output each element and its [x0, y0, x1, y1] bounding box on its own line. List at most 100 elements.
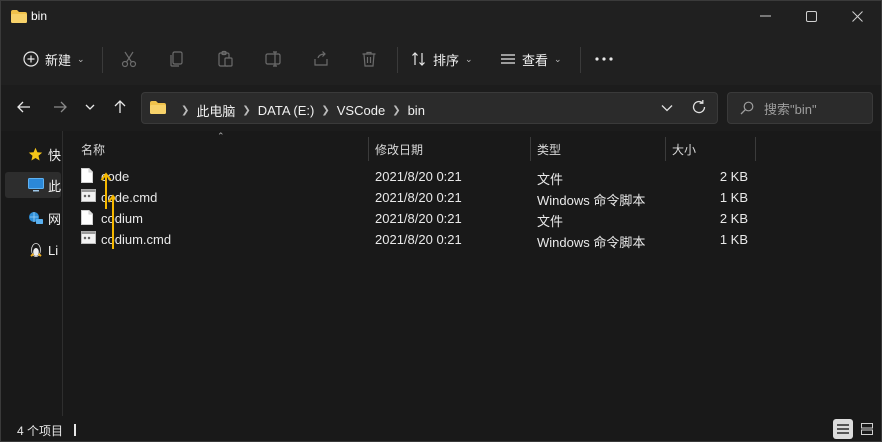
tiles-view-icon [861, 423, 873, 435]
breadcrumb-data-drive[interactable]: DATA (E:) [258, 103, 315, 118]
delete-button[interactable] [357, 47, 381, 71]
file-size: 1 KB [719, 190, 748, 205]
column-header-type[interactable]: 类型 [537, 137, 657, 161]
folder-icon [11, 10, 27, 26]
breadcrumb: ❯ 此电脑 ❯ DATA (E:) ❯ VSCode ❯ bin [174, 101, 425, 120]
annotation-arrows [100, 172, 115, 249]
toolbar-divider [102, 47, 103, 73]
cut-icon [121, 51, 137, 68]
column-header-size[interactable]: 大小 [672, 137, 752, 161]
new-button[interactable]: 新建 ⌄ [23, 45, 85, 73]
column-divider[interactable] [665, 137, 666, 161]
address-history-button[interactable] [661, 101, 673, 115]
column-header-name[interactable]: 名称 [81, 137, 371, 161]
maximize-icon [805, 10, 817, 22]
nav-item-network[interactable]: 网 [1, 205, 61, 231]
search-icon [740, 101, 754, 118]
chevron-down-icon [85, 104, 95, 110]
column-divider[interactable] [530, 137, 531, 161]
column-header-label: 修改日期 [375, 142, 424, 157]
chevron-right-icon: ❯ [181, 105, 190, 116]
text-cursor [74, 424, 76, 436]
breadcrumb-bin[interactable]: bin [408, 103, 425, 118]
column-divider[interactable] [755, 137, 756, 161]
star-icon [28, 146, 44, 162]
copy-button[interactable] [165, 47, 189, 71]
nav-item-quick-access[interactable]: 快 [1, 141, 61, 167]
view-list-icon [501, 54, 515, 64]
view-button[interactable]: 查看 ⌄ [500, 45, 562, 73]
pc-icon [28, 177, 44, 193]
tiles-view-button[interactable] [857, 419, 877, 439]
chevron-right-icon[interactable]: ❯ [242, 105, 250, 116]
nav-item-label: 快 [47, 147, 61, 163]
navigation-row: ❯ 此电脑 ❯ DATA (E:) ❯ VSCode ❯ bin [1, 85, 881, 131]
pane-splitter[interactable] [62, 131, 63, 416]
minimize-icon [759, 15, 771, 17]
delete-icon [362, 51, 376, 67]
nav-item-linux[interactable]: Li [1, 237, 61, 263]
column-header-date[interactable]: 修改日期 [375, 137, 525, 161]
command-bar: 新建 ⌄ 排序 ⌄ 查看 ⌄ [1, 33, 881, 85]
new-button-label: 新建 [45, 52, 72, 68]
sort-button[interactable]: 排序 ⌄ [411, 45, 473, 73]
back-button[interactable] [12, 95, 36, 119]
file-size: 2 KB [719, 169, 748, 184]
nav-item-this-pc[interactable]: 此 [5, 172, 61, 198]
chevron-down-icon [661, 105, 673, 112]
toolbar-divider [397, 47, 398, 73]
file-icon [81, 210, 93, 228]
file-row[interactable]: code 2021/8/20 0:21 文件 2 KB [65, 166, 881, 187]
paste-button[interactable] [213, 47, 237, 71]
column-header-label: 类型 [537, 142, 562, 157]
file-row[interactable]: codium 2021/8/20 0:21 文件 2 KB [65, 208, 881, 229]
cut-button[interactable] [117, 47, 141, 71]
close-button[interactable] [834, 1, 880, 31]
nav-item-label: 此 [48, 178, 61, 194]
breadcrumb-vscode[interactable]: VSCode [337, 103, 385, 118]
file-date: 2021/8/20 0:21 [375, 232, 462, 247]
file-date: 2021/8/20 0:21 [375, 190, 462, 205]
paste-icon [218, 50, 233, 67]
chevron-down-icon: ⌄ [554, 53, 562, 64]
column-header-label: 大小 [672, 142, 697, 157]
file-icon [81, 168, 93, 186]
recent-locations-button[interactable] [78, 95, 102, 119]
file-row[interactable]: codium.cmd 2021/8/20 0:21 Windows 命令脚本 1… [65, 229, 881, 250]
title-bar: bin [1, 1, 881, 33]
cmd-file-icon [81, 231, 96, 247]
forward-button[interactable] [48, 95, 72, 119]
refresh-icon [692, 100, 706, 114]
breadcrumb-this-pc[interactable]: 此电脑 [196, 101, 235, 120]
address-bar[interactable]: ❯ 此电脑 ❯ DATA (E:) ❯ VSCode ❯ bin [141, 92, 718, 124]
maximize-button[interactable] [788, 1, 834, 31]
refresh-button[interactable] [691, 99, 707, 118]
sort-icon [412, 52, 425, 66]
linux-icon [28, 242, 44, 258]
search-box[interactable] [727, 92, 873, 124]
search-input[interactable] [764, 100, 864, 118]
minimize-button[interactable] [742, 1, 788, 31]
file-row[interactable]: code.cmd 2021/8/20 0:21 Windows 命令脚本 1 K… [65, 187, 881, 208]
up-button[interactable] [108, 95, 132, 119]
file-date: 2021/8/20 0:21 [375, 169, 462, 184]
file-type: Windows 命令脚本 [537, 193, 646, 208]
close-icon [851, 10, 863, 22]
more-button[interactable] [592, 47, 616, 71]
chevron-right-icon[interactable]: ❯ [321, 105, 329, 116]
status-bar: 4 个项目 [1, 416, 881, 441]
file-size: 1 KB [719, 232, 748, 247]
column-divider[interactable] [368, 137, 369, 161]
file-type: 文件 [537, 172, 564, 187]
details-view-button[interactable] [833, 419, 853, 439]
share-button[interactable] [309, 47, 333, 71]
file-explorer-window: bin 新建 ⌄ 排序 ⌄ 查看 ⌄ ❯ 此电脑 ❯ DATA (E:) ❯ V… [0, 0, 882, 442]
file-type: Windows 命令脚本 [537, 235, 646, 250]
chevron-right-icon[interactable]: ❯ [392, 105, 400, 116]
more-icon [595, 57, 613, 61]
arrow-left-icon [17, 101, 30, 113]
plus-circle-icon [23, 51, 39, 67]
details-view-icon [837, 424, 849, 434]
rename-button[interactable] [261, 47, 285, 71]
navigation-pane: 快 此 网 Li [1, 131, 61, 416]
